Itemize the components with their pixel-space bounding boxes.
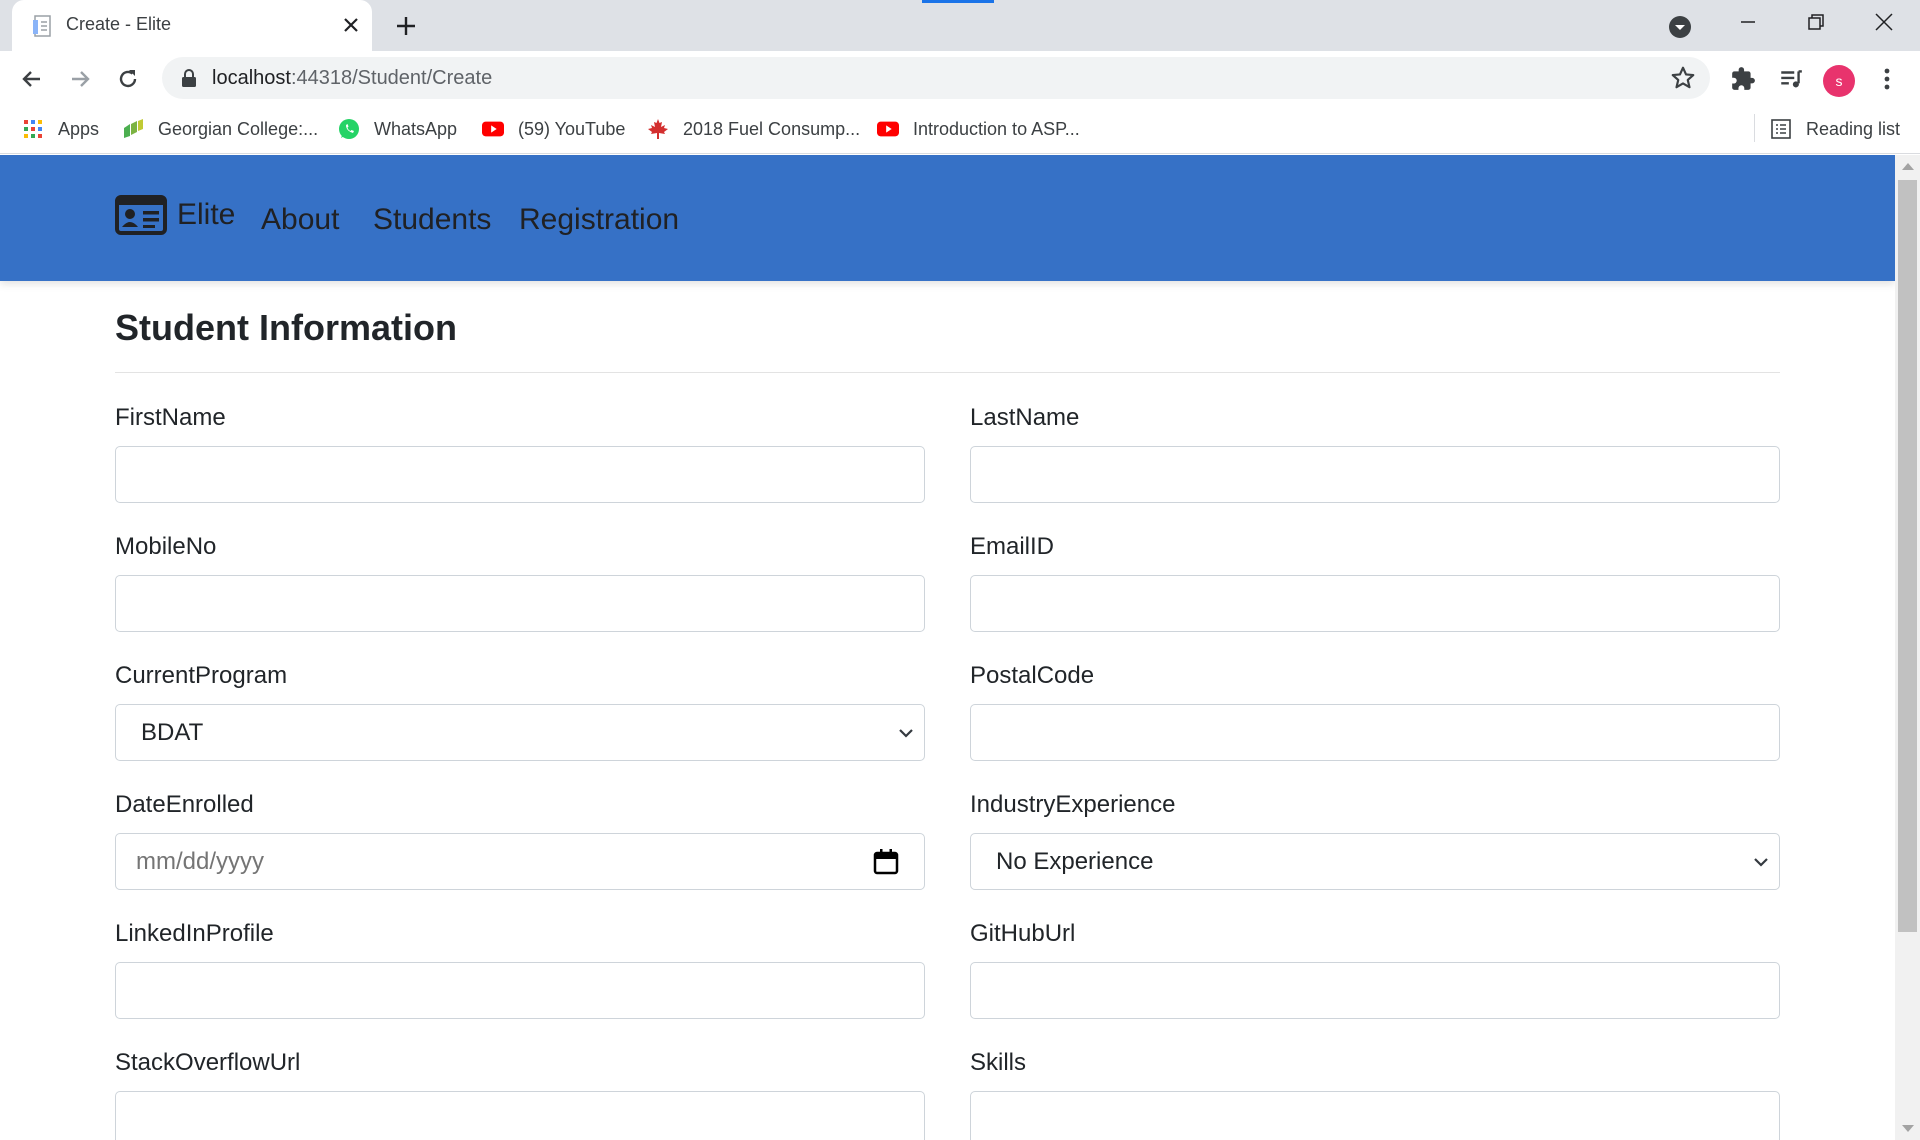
bookmarks-bar: Apps Georgian College:... WhatsApp (59) … [0,104,1920,154]
scroll-down-arrow-icon[interactable] [1902,1125,1914,1132]
stackoverflow-url-input[interactable] [115,1091,925,1140]
page-scrollbar[interactable] [1895,155,1920,1140]
media-control-icon[interactable] [1776,64,1806,94]
lock-icon [182,69,196,87]
menu-kebab-icon[interactable] [1872,64,1902,94]
email-id-input[interactable] [970,575,1780,632]
github-url-input[interactable] [970,962,1780,1019]
browser-tab[interactable]: Create - Elite [12,0,372,51]
stackoverflow-url-label: StackOverflowUrl [115,1049,301,1076]
scroll-up-arrow-icon[interactable] [1902,163,1914,170]
linkedin-profile-label: LinkedInProfile [115,920,274,947]
tab-search-icon[interactable] [1665,12,1695,42]
bookmark-georgian-college[interactable]: Georgian College:... [122,116,318,142]
forward-icon[interactable] [62,61,98,97]
navbar-brand[interactable]: Elite [115,195,235,235]
brand-name: Elite [177,198,236,231]
new-tab-button[interactable] [390,10,422,42]
current-program-label: CurrentProgram [115,662,288,689]
bookmark-label: Introduction to ASP... [913,118,1080,139]
bookmark-star-icon[interactable] [1670,65,1696,91]
reading-list-label: Reading list [1806,118,1901,139]
industry-experience-label: IndustryExperience [970,791,1176,818]
tab-strip: Create - Elite [0,0,1920,51]
bookmarks-divider [1754,114,1755,142]
email-id-label: EmailID [970,533,1055,560]
url-path: :44318/Student/Create [290,67,493,89]
linkedin-profile-input[interactable] [115,962,925,1019]
restore-icon[interactable] [1782,0,1850,44]
id-card-icon [115,195,167,235]
url-host: localhost [212,67,291,89]
chevron-down-icon [899,729,913,738]
bookmark-label: 2018 Fuel Consump... [683,118,861,139]
last-name-input[interactable] [970,446,1780,503]
youtube-icon [482,118,504,140]
scrollbar-thumb[interactable] [1898,180,1917,932]
nav-link-about[interactable]: About [261,203,339,237]
url-text: localhost:44318/Student/Create [212,67,492,90]
maple-leaf-icon [647,118,669,140]
page-title: Student Information [115,307,457,348]
address-bar[interactable]: localhost:44318/Student/Create [162,57,1710,99]
reload-icon[interactable] [110,61,146,97]
mobile-no-label: MobileNo [115,533,217,560]
first-name-label: FirstName [115,404,226,431]
bookmark-intro-asp[interactable]: Introduction to ASP... [877,116,1080,142]
github-url-label: GitHubUrl [970,920,1076,947]
site-navbar: Elite About Students Registration [0,155,1895,281]
page-viewport: Elite About Students Registration Studen… [0,155,1920,1140]
title-divider [115,372,1780,373]
profile-avatar[interactable]: s [1823,65,1855,97]
bookmark-label: WhatsApp [374,118,458,139]
apps-grid-icon [22,118,44,140]
minimize-icon[interactable] [1714,0,1782,44]
date-enrolled-placeholder: mm/dd/yyyy [136,848,265,875]
reading-list-button[interactable]: Reading list [1770,116,1900,142]
mobile-no-input[interactable] [115,575,925,632]
skills-input[interactable] [970,1091,1780,1140]
industry-experience-select[interactable]: No Experience [970,833,1780,890]
bookmark-fuel-consumption[interactable]: 2018 Fuel Consump... [647,116,860,142]
nav-link-students[interactable]: Students [373,203,491,237]
date-enrolled-label: DateEnrolled [115,791,254,818]
nav-link-registration[interactable]: Registration [519,203,679,237]
extensions-icon[interactable] [1728,64,1758,94]
browser-toolbar: localhost:44318/Student/Create s [0,51,1920,104]
whatsapp-icon [338,118,360,140]
bookmark-youtube[interactable]: (59) YouTube [482,116,625,142]
page-favicon-icon [33,15,51,37]
bookmark-label: Apps [58,118,100,139]
skills-label: Skills [970,1049,1027,1076]
current-program-value: BDAT [141,719,204,746]
calendar-icon[interactable] [872,848,900,876]
date-enrolled-input[interactable]: mm/dd/yyyy [115,833,925,890]
bookmark-apps[interactable]: Apps [22,116,99,142]
postal-code-label: PostalCode [970,662,1095,689]
postal-code-input[interactable] [970,704,1780,761]
tab-title: Create - Elite [66,14,172,34]
youtube-icon [877,118,899,140]
industry-experience-value: No Experience [996,848,1154,875]
reading-list-icon [1770,118,1792,140]
last-name-label: LastName [970,404,1080,431]
bookmark-label: (59) YouTube [518,118,626,139]
back-icon[interactable] [14,61,50,97]
first-name-input[interactable] [115,446,925,503]
bookmark-label: Georgian College:... [158,118,319,139]
tab-close-icon[interactable] [337,11,365,39]
bookmark-whatsapp[interactable]: WhatsApp [338,116,457,142]
close-window-icon[interactable] [1850,0,1918,44]
tab-loading-indicator [922,0,994,3]
current-program-select[interactable]: BDAT [115,704,925,761]
chevron-down-icon [1754,858,1768,867]
georgian-college-icon [122,118,144,140]
